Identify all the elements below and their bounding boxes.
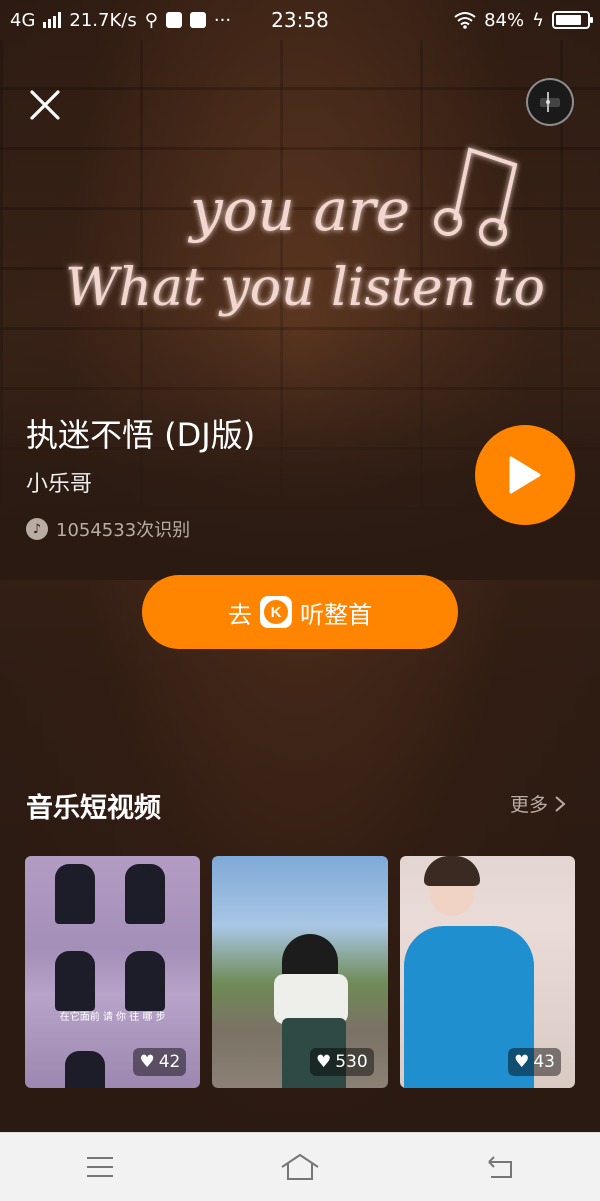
like-badge: ♥ 530 xyxy=(309,1048,374,1076)
app-icon xyxy=(165,12,182,28)
disc-button[interactable] xyxy=(526,78,574,126)
listen-prefix: 去 xyxy=(228,600,252,629)
recognition-count: 1054533次识别 xyxy=(56,520,191,541)
listen-suffix: 听整首 xyxy=(300,600,372,629)
close-icon xyxy=(30,90,60,120)
status-bar: 4G 21.7K/s ⚲ ··· 23:58 84% ϟ xyxy=(0,0,600,40)
clock: 23:58 xyxy=(271,8,329,32)
network-type: 4G xyxy=(10,9,36,31)
heart-icon: ♥ xyxy=(514,1052,530,1072)
heart-icon: ♥ xyxy=(315,1052,332,1072)
system-nav-bar xyxy=(0,1132,600,1201)
video-card-3[interactable]: ♥ 43 xyxy=(399,856,575,1088)
chevron-right-icon xyxy=(555,795,566,812)
app2-icon xyxy=(189,12,206,28)
home-icon xyxy=(281,1153,319,1180)
hero-neon-sign: you are What you listen to xyxy=(65,147,545,318)
wifi-icon xyxy=(454,12,476,29)
charging-icon: ϟ xyxy=(532,9,544,31)
video-thumbnail-figures xyxy=(55,864,95,924)
back-icon xyxy=(488,1156,512,1178)
like-badge: ♥ 43 xyxy=(508,1048,561,1076)
like-count: 42 xyxy=(158,1052,181,1072)
song-artist[interactable]: 小乐哥 xyxy=(26,466,92,498)
video-thumbnail-figure xyxy=(423,856,480,886)
close-button[interactable] xyxy=(22,82,68,128)
video-thumbnail-figure xyxy=(125,864,165,924)
heart-icon: ♥ xyxy=(139,1052,155,1072)
video-thumbnail-figure xyxy=(274,974,349,1024)
battery-icon xyxy=(552,11,593,29)
like-count: 43 xyxy=(533,1052,555,1072)
back-button[interactable] xyxy=(470,1142,530,1192)
video-card-1[interactable]: 在它面前 请 你 往 哪 步 ♥ 42 xyxy=(25,856,201,1088)
listen-full-song-button[interactable]: 去 K 听整首 xyxy=(142,575,458,649)
like-count: 530 xyxy=(335,1052,368,1072)
video-thumbnail-figure xyxy=(55,951,95,1011)
battery-percent: 84% xyxy=(484,9,525,31)
network-speed: 21.7K/s xyxy=(69,9,137,31)
menu-icon xyxy=(87,1157,113,1177)
play-button[interactable] xyxy=(475,425,575,525)
recognition-count-row: ♪ 1054533次识别 xyxy=(26,516,190,542)
music-note-icon: ♪ xyxy=(26,518,48,540)
neon-music-note-icon xyxy=(434,147,518,246)
video-list: 在它面前 请 你 往 哪 步 ♥ 42 ♥ 530 ♥ 43 xyxy=(25,856,575,1088)
neon-line-1: you are xyxy=(187,176,410,244)
section-title: 音乐短视频 xyxy=(26,793,161,824)
video-card-2[interactable]: ♥ 530 xyxy=(212,856,388,1088)
signal-icon xyxy=(43,12,62,28)
kugou-logo-icon: K xyxy=(260,596,292,628)
play-icon xyxy=(509,456,541,494)
menu-button[interactable] xyxy=(70,1142,130,1192)
usb-icon: ⚲ xyxy=(144,9,158,31)
neon-line-2: What you listen to xyxy=(65,258,545,318)
like-badge: ♥ 42 xyxy=(133,1048,187,1076)
disc-icon xyxy=(540,92,560,112)
home-button[interactable] xyxy=(270,1142,330,1192)
song-title: 执迷不悟 (DJ版) xyxy=(26,416,256,454)
more-notifications-icon: ··· xyxy=(213,9,232,31)
video-thumbnail-figure xyxy=(125,951,165,1011)
video-caption: 在它面前 请 你 往 哪 步 xyxy=(59,1012,166,1023)
more-label: 更多 xyxy=(509,794,548,816)
video-thumbnail-figure xyxy=(65,1051,105,1088)
more-link[interactable]: 更多 xyxy=(510,790,566,817)
